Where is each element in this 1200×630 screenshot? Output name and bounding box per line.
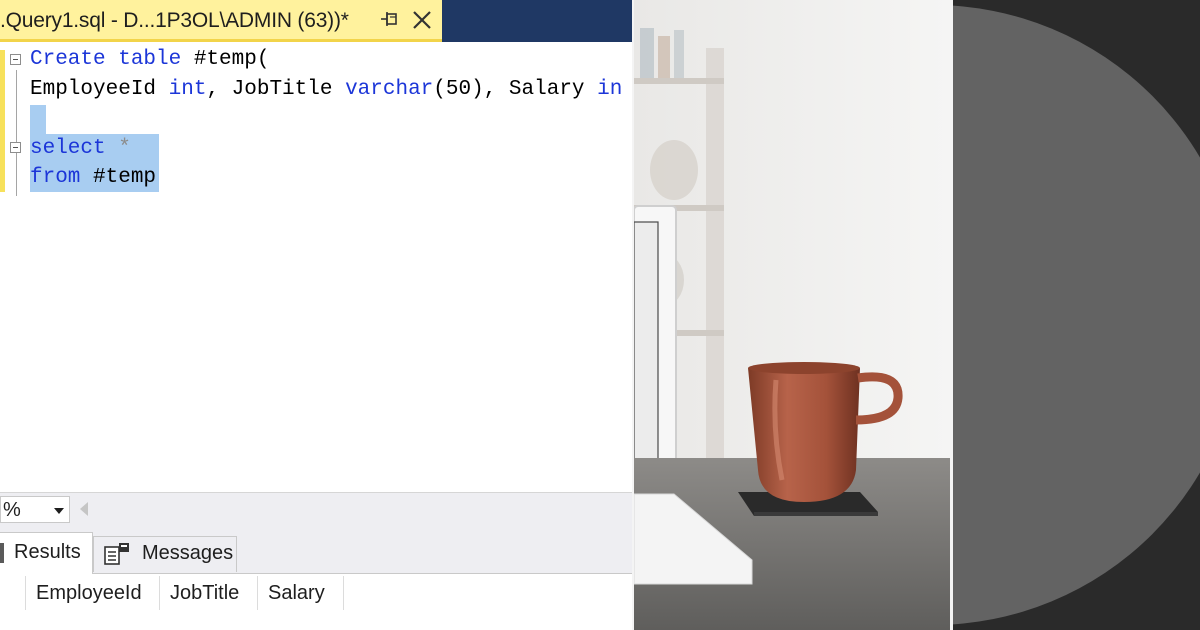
column-header[interactable]: EmployeeId	[26, 576, 160, 610]
tab-title: .Query1.sql - D...1P3OL\ADMIN (63))*	[0, 9, 349, 32]
change-tracking-bar	[0, 50, 5, 192]
editor-status-bar: %	[0, 492, 632, 526]
results-tab-strip: Results Messages	[0, 526, 632, 574]
fold-icon[interactable]	[10, 54, 21, 65]
fold-icon[interactable]	[10, 142, 21, 153]
zoom-dropdown[interactable]: %	[0, 496, 70, 523]
close-icon[interactable]	[410, 8, 434, 32]
code-text: #temp(	[181, 48, 270, 71]
number: 50	[445, 78, 472, 101]
results-grid-icon	[0, 543, 4, 563]
decorative-panel	[953, 0, 1200, 630]
code-text: , JobTitle	[206, 78, 346, 101]
code-line-2: EmployeeId int, JobTitle varchar(50), Sa…	[30, 75, 622, 104]
pin-icon[interactable]	[378, 8, 400, 30]
tab-results[interactable]: Results	[0, 532, 93, 574]
zoom-dropdown-icon	[54, 508, 64, 514]
zoom-value: %	[3, 499, 21, 521]
ssms-window: .Query1.sql - D...1P3OL\ADMIN (63))* Cre…	[0, 0, 632, 630]
tab-messages-label: Messages	[142, 542, 234, 564]
scroll-left-icon[interactable]	[80, 502, 88, 516]
code-text: EmployeeId	[30, 78, 169, 101]
messages-icon	[104, 543, 129, 565]
column-header[interactable]: Salary	[258, 576, 344, 610]
code-line-3-selected	[30, 105, 46, 134]
tabbar-background	[442, 0, 632, 42]
code-text: (	[433, 78, 446, 101]
keyword: in	[597, 78, 623, 101]
code-line-5-selected: from #temp	[30, 163, 159, 192]
code-line-1: Create table #temp(	[30, 45, 269, 74]
code-text: ), Salary	[471, 78, 598, 101]
keyword: Create table	[30, 48, 182, 71]
desk-photo-illustration	[634, 0, 950, 630]
outline-guide	[16, 70, 17, 196]
column-header[interactable]: JobTitle	[160, 576, 258, 610]
tab-results-label: Results	[14, 541, 81, 563]
tab-messages[interactable]: Messages	[93, 536, 237, 572]
decorative-circle	[953, 0, 1200, 630]
grid-header-row: EmployeeId JobTitle Salary	[0, 576, 345, 610]
keyword: varchar	[345, 78, 434, 101]
code-text: #temp	[80, 166, 157, 189]
query-editor[interactable]: Create table #temp( EmployeeId int, JobT…	[0, 42, 632, 492]
results-grid[interactable]: EmployeeId JobTitle Salary	[0, 574, 632, 630]
operator: *	[105, 137, 131, 160]
keyword: select	[30, 137, 106, 160]
document-tab-bar: .Query1.sql - D...1P3OL\ADMIN (63))*	[0, 0, 632, 42]
code-line-4-selected: select *	[30, 134, 159, 163]
row-header-corner[interactable]	[0, 576, 26, 610]
keyword: from	[30, 166, 81, 189]
keyword: int	[168, 78, 207, 101]
desk-photo	[634, 0, 950, 630]
tab-query1[interactable]: .Query1.sql - D...1P3OL\ADMIN (63))*	[0, 0, 442, 42]
